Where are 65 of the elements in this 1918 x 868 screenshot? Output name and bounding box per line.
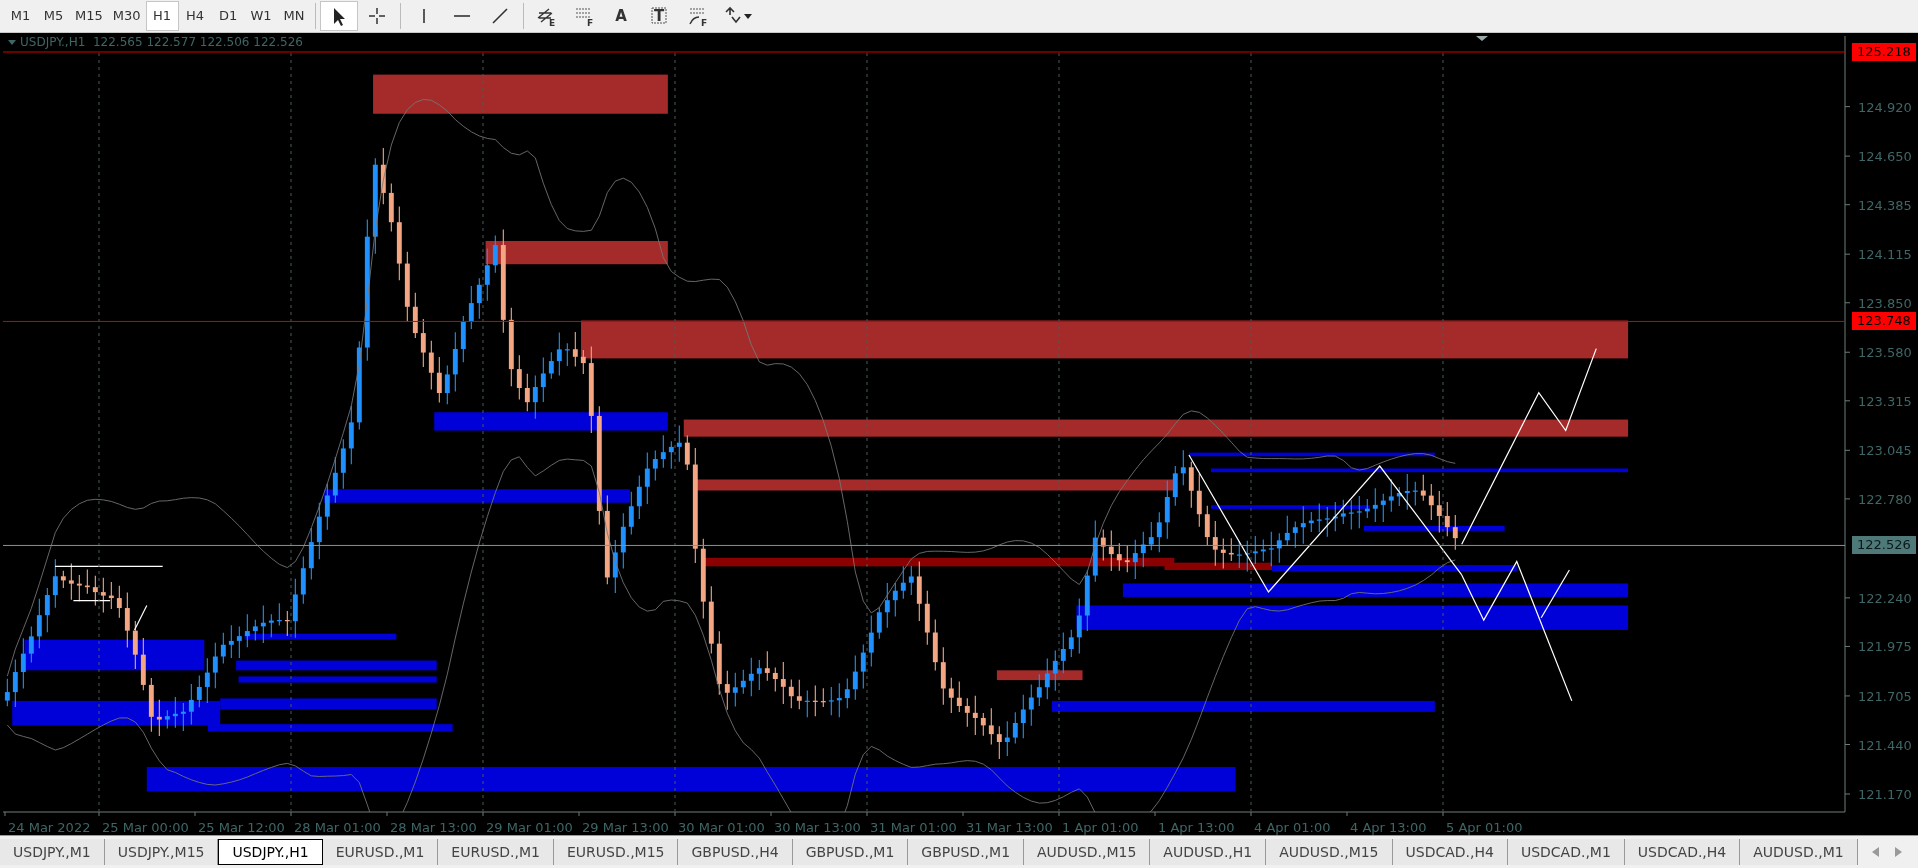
time-label: 30 Mar 13:00 xyxy=(774,820,861,835)
timeframe-button[interactable]: M1 xyxy=(4,1,37,31)
price-label: 123.045 xyxy=(1858,443,1912,459)
time-label: 4 Apr 13:00 xyxy=(1350,820,1427,835)
price-marker: 123.748 xyxy=(1852,312,1916,331)
time-label: 29 Mar 01:00 xyxy=(486,820,573,835)
time-label: 24 Mar 2022 xyxy=(8,820,91,835)
chart-tab[interactable]: EURUSD.,M1 xyxy=(438,839,554,865)
text-tool-icon: A xyxy=(610,5,635,27)
price-label: 123.850 xyxy=(1858,295,1912,311)
price-label: 121.705 xyxy=(1858,688,1912,704)
tool-button[interactable]: F xyxy=(565,1,604,31)
time-label: 31 Mar 01:00 xyxy=(870,820,957,835)
chart-tab[interactable]: AUDUSD.,M1 xyxy=(1740,839,1858,865)
time-label: 29 Mar 13:00 xyxy=(582,820,669,835)
price-label: 122.780 xyxy=(1858,491,1912,507)
chart-tab[interactable]: EURUSD.,M15 xyxy=(553,839,679,865)
chart-tab[interactable]: EURUSD.,M1 xyxy=(322,839,439,865)
price-label: 124.385 xyxy=(1858,197,1912,213)
time-label: 31 Mar 13:00 xyxy=(966,820,1053,835)
chart-header: USDJPY.,H1 122.565 122.577 122.506 122.526 xyxy=(20,35,303,49)
timeframe-button[interactable]: M15 xyxy=(70,1,108,31)
tool-button[interactable]: E xyxy=(527,1,566,31)
timeframe-button[interactable]: MN xyxy=(277,1,311,31)
timeframe-button[interactable]: H1 xyxy=(145,1,179,31)
time-label: 1 Apr 13:00 xyxy=(1158,820,1235,835)
chart-tab[interactable]: AUDUSD.,M15 xyxy=(1266,839,1393,865)
price-label: 124.920 xyxy=(1858,99,1912,115)
chart-tab[interactable]: USDCAD.,H4 xyxy=(1624,839,1741,865)
price-label: 122.240 xyxy=(1858,590,1912,606)
chart-tab[interactable]: USDJPY.,M1 xyxy=(0,839,105,865)
timeframe-button[interactable]: W1 xyxy=(244,1,278,31)
price-label: 121.440 xyxy=(1858,737,1912,753)
chart-tab[interactable]: GBPUSD.,M1 xyxy=(908,839,1025,865)
price-label: 124.650 xyxy=(1858,149,1912,165)
timeframe-button[interactable]: D1 xyxy=(211,1,245,31)
time-label: 5 Apr 01:00 xyxy=(1446,820,1523,835)
price-label: 123.580 xyxy=(1858,345,1912,361)
chart-tab[interactable]: USDCAD.,H4 xyxy=(1392,839,1508,865)
time-label: 25 Mar 00:00 xyxy=(102,820,189,835)
time-label: 4 Apr 01:00 xyxy=(1254,820,1331,835)
chart-tab[interactable]: GBPUSD.,M1 xyxy=(792,839,909,865)
price-label: 124.115 xyxy=(1858,247,1912,263)
chart-tab[interactable]: USDCAD.,M1 xyxy=(1507,839,1625,865)
chart-tab[interactable]: AUDUSD.,M15 xyxy=(1024,839,1151,865)
price-label: 121.170 xyxy=(1858,787,1912,802)
timeframe-button[interactable]: M5 xyxy=(37,1,70,31)
price-marker: 122.526 xyxy=(1852,536,1916,555)
chart-tab[interactable]: USDJPY.,H1 xyxy=(218,839,323,865)
price-label: 121.975 xyxy=(1858,639,1912,655)
timeframe-button[interactable]: M30 xyxy=(107,1,146,31)
time-label: 28 Mar 13:00 xyxy=(390,820,477,835)
tool-button[interactable]: F xyxy=(679,1,718,31)
tool-button[interactable]: T xyxy=(641,1,680,31)
time-label: 28 Mar 01:00 xyxy=(294,820,381,835)
time-label: 1 Apr 01:00 xyxy=(1062,820,1139,835)
chart-tab[interactable]: USDJPY.,M15 xyxy=(104,839,219,865)
time-label: 30 Mar 01:00 xyxy=(678,820,765,835)
tool-button[interactable]: A xyxy=(603,1,642,31)
timeframe-button[interactable]: H4 xyxy=(178,1,212,31)
chart-tab[interactable]: GBPUSD.,H4 xyxy=(678,839,793,865)
time-label: 25 Mar 12:00 xyxy=(198,820,285,835)
chart-tab[interactable]: AUDUSD.,H1 xyxy=(1150,839,1267,865)
price-marker: 125.218 xyxy=(1852,43,1916,61)
price-label: 123.315 xyxy=(1858,393,1912,409)
